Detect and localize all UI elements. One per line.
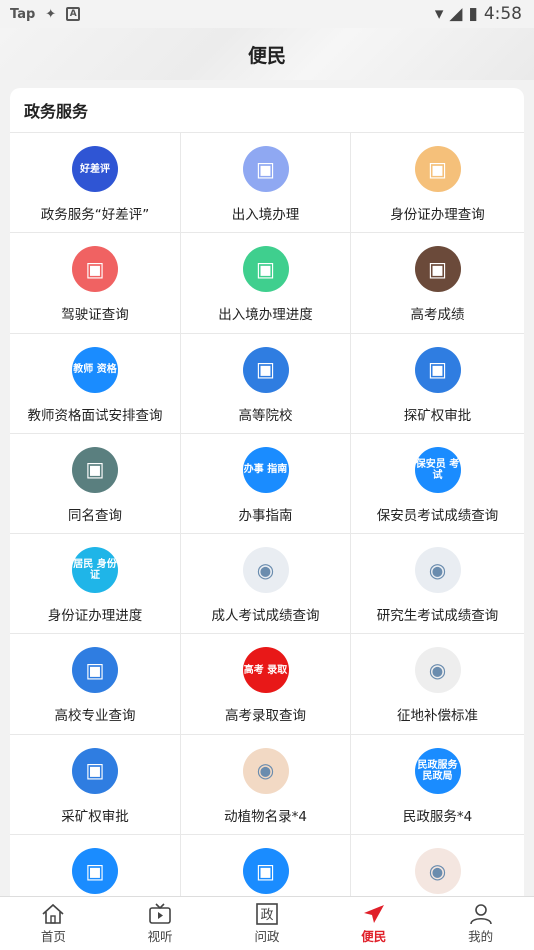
gov-service-card: 政务服务 好差评政务服务“好差评” ▣ 出入境办理 ▣ 身份证办理查询 ▣ 驾驶证查询 ▣ 出入… — [10, 88, 524, 896]
service-item[interactable]: 好差评政务服务“好差评” — [10, 133, 181, 234]
service-label: 驾驶证查询 — [61, 307, 129, 324]
service-label: 高等院校 — [238, 407, 293, 424]
passport-icon: ▣ — [242, 146, 289, 192]
mining-icon: ▣ — [414, 346, 461, 393]
tab-label: 便民 — [361, 929, 387, 944]
service-item[interactable]: ▣ — [181, 835, 351, 896]
tab-label: 问政 — [254, 929, 280, 944]
service-label: 成人考试成绩查询 — [211, 608, 320, 625]
civil-affairs-icon: 民政服务 民政局 — [414, 747, 461, 794]
service-item[interactable]: ▣ 探矿权审批 — [351, 334, 524, 434]
service-item[interactable]: ◉ 成人考试成绩查询 — [181, 534, 351, 635]
tab-label: 我的 — [468, 929, 494, 944]
service-label: 高校专业查询 — [54, 708, 136, 725]
service-label: 动植物名录*4 — [224, 808, 307, 825]
service-item[interactable]: 居民 身份证身份证办理进度 — [10, 534, 181, 635]
service-item[interactable]: ▣ 高校专业查询 — [10, 634, 181, 735]
svg-text:政: 政 — [260, 908, 273, 923]
service-item[interactable]: ▣ 驾驶证查询 — [10, 233, 181, 334]
wifi-icon: ▾ — [434, 4, 444, 24]
status-bar: Tap ✦ A ▾ ◢ ▮ 4:58 — [0, 0, 534, 28]
service-item[interactable]: ◉ 动植物名录*4 — [181, 734, 351, 836]
service-label: 探矿权审批 — [403, 407, 472, 424]
guide-icon: 办事 指南 — [242, 446, 289, 493]
sync-icon: ✦ — [45, 6, 57, 22]
id-progress-icon: 居民 身份证 — [72, 547, 118, 594]
growth-icon: ◉ — [414, 848, 461, 895]
service-label: 办事指南 — [238, 507, 293, 524]
service-icon-a: ▣ — [72, 848, 118, 895]
service-label: 教师资格面试安排查询 — [27, 407, 163, 424]
service-label: 研究生考试成绩查询 — [376, 608, 499, 625]
service-item[interactable]: ▣ 采矿权审批 — [10, 734, 181, 836]
rating-icon: 好差评 — [72, 146, 118, 192]
service-item[interactable]: 教师 资格教师资格面试安排查询 — [10, 333, 181, 434]
plane-icon: ▣ — [242, 246, 289, 293]
bottom-tabbar: 首页 视听政问政 便民 我的 — [0, 896, 534, 950]
font-icon: A — [66, 7, 81, 21]
id-card-icon: ▣ — [414, 146, 461, 192]
user-icon — [469, 904, 492, 925]
same-name-icon: ▣ — [72, 446, 118, 493]
service-label: 高考录取查询 — [225, 708, 306, 725]
page-title: 便民 — [247, 44, 286, 67]
send-icon — [363, 905, 384, 923]
service-label: 出入境办理 — [231, 207, 300, 223]
service-item[interactable]: ◉ 研究生考试成绩查询 — [351, 534, 524, 635]
service-item[interactable]: ▣ — [10, 835, 181, 896]
politics-icon: 政 — [256, 903, 278, 925]
tab-item[interactable]: 我的 — [441, 902, 521, 945]
service-item[interactable]: ▣ 出入境办理进度 — [181, 233, 351, 334]
service-label: 出入境办理进度 — [218, 307, 313, 324]
service-item[interactable]: 高考 录取高考录取查询 — [181, 634, 351, 735]
page-header: 便民 — [0, 28, 534, 80]
service-item[interactable]: ◉ 征地补偿标准 — [351, 634, 524, 735]
service-label: 保安员考试成绩查询 — [376, 507, 499, 524]
tab-item[interactable]: 政问政 — [227, 902, 307, 945]
land-icon: ◉ — [414, 647, 461, 694]
graduate-exam-icon: ◉ — [414, 547, 461, 594]
service-icon-b: ▣ — [242, 848, 289, 895]
service-item[interactable]: ▣ 高考成绩 — [351, 233, 524, 334]
mining-right-icon: ▣ — [72, 747, 118, 794]
service-item[interactable]: 办事 指南 办事指南 — [181, 433, 351, 535]
security-guard-icon: 保安员 考试 — [414, 446, 461, 493]
tab-label: 视听 — [147, 929, 173, 944]
tv-icon — [149, 903, 171, 924]
exam-score-icon: ▣ — [414, 246, 461, 293]
flora-fauna-icon: ◉ — [242, 747, 289, 794]
service-grid: 好差评政务服务“好差评” ▣ 出入境办理 ▣ 身份证办理查询 ▣ 驾驶证查询 ▣ 出入境办理进度… — [10, 133, 524, 896]
service-label: 政务服务“好差评” — [40, 207, 150, 223]
service-item[interactable]: 民政服务 民政局民政服务*4 — [351, 735, 524, 836]
service-item[interactable]: ▣ 身份证办理查询 — [351, 133, 524, 234]
tab-label: 首页 — [40, 929, 66, 944]
signal-icon: ◢ — [449, 4, 463, 24]
service-label: 身份证办理查询 — [390, 207, 485, 223]
battery-icon: ▮ — [468, 4, 478, 24]
home-icon — [42, 903, 64, 924]
service-label: 征地补偿标准 — [397, 708, 478, 725]
service-item[interactable]: ◉ — [351, 835, 524, 896]
service-label: 高考成绩 — [410, 307, 465, 324]
teacher-icon: 教师 资格 — [72, 346, 118, 393]
section-title: 政务服务 — [10, 88, 524, 133]
service-label: 身份证办理进度 — [47, 608, 143, 625]
tab-item[interactable]: 首页 — [13, 902, 93, 945]
service-item[interactable]: ▣ 出入境办理 — [181, 133, 351, 234]
service-item[interactable]: ▣ 高等院校 — [181, 333, 351, 434]
tab-item[interactable]: 视听 — [120, 902, 200, 945]
service-label: 民政服务*4 — [402, 808, 473, 825]
major-icon: ▣ — [72, 647, 118, 694]
service-item[interactable]: 保安员 考试保安员考试成绩查询 — [351, 434, 524, 535]
service-label: 采矿权审批 — [61, 808, 129, 825]
service-item[interactable]: ▣ 同名查询 — [10, 433, 181, 535]
app-label: Tap — [10, 6, 36, 22]
service-label: 同名查询 — [68, 507, 122, 524]
admission-icon: 高考 录取 — [242, 647, 289, 694]
tab-item[interactable]: 便民 — [334, 902, 414, 945]
clock: 4:58 — [483, 4, 522, 24]
university-icon: ▣ — [242, 346, 289, 393]
license-icon: ▣ — [72, 246, 118, 293]
adult-exam-icon: ◉ — [242, 547, 289, 594]
